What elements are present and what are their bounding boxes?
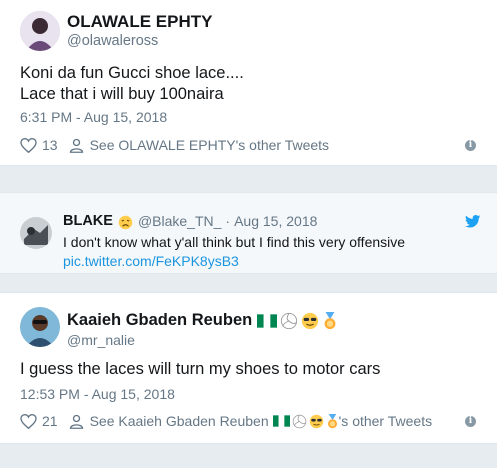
tweet-card-kaaieh: Kaaieh Gbaden Reuben @mr_nalie I guess t… xyxy=(0,292,497,444)
author-name[interactable]: Kaaieh Gbaden Reuben xyxy=(67,311,252,330)
like-button[interactable]: 13 xyxy=(20,137,58,153)
tweet-actions: 13 See OLAWALE EPHTY's other Tweets xyxy=(20,137,329,153)
heart-outline-icon xyxy=(20,137,37,153)
see-other-tweets-prefix: See Kaaieh Gbaden Reuben xyxy=(89,413,269,429)
avatar[interactable] xyxy=(20,11,60,51)
avatar[interactable] xyxy=(20,307,60,347)
quoted-header: BLAKE @Blake_TN_ · Aug 15, 2018 xyxy=(63,213,317,230)
medal-icon xyxy=(324,311,336,329)
author-row: Kaaieh Gbaden Reuben xyxy=(67,311,338,330)
heart-outline-icon xyxy=(20,413,37,429)
see-other-tweets-link[interactable]: See Kaaieh Gbaden Reuben 's other Tweets xyxy=(69,413,433,429)
medal-icon xyxy=(327,413,337,428)
avatar[interactable] xyxy=(20,217,52,249)
tweet-text-line1: Koni da fun Gucci shoe lace.... xyxy=(20,64,244,82)
quoted-text: I don't know what y'all think but I find… xyxy=(63,234,406,250)
nigeria-flag-icon xyxy=(257,313,278,328)
author-handle[interactable]: @mr_nalie xyxy=(67,332,135,348)
see-other-emojis xyxy=(272,413,339,429)
quoted-link[interactable]: pic.twitter.com/FeKPK8ysB3 xyxy=(63,253,239,269)
quoted-tweet-blake[interactable]: BLAKE @Blake_TN_ · Aug 15, 2018 I don't … xyxy=(0,192,497,274)
see-other-tweets-link[interactable]: See OLAWALE EPHTY's other Tweets xyxy=(69,137,329,153)
weary-face-icon xyxy=(118,213,133,230)
tweet-card-olawale: OLAWALE EPHTY @olawaleross Koni da fun G… xyxy=(0,0,497,166)
author-name[interactable]: OLAWALE EPHTY xyxy=(67,12,212,32)
tweet-text-line2: Lace that i will buy 100naira xyxy=(20,85,224,103)
timestamp[interactable]: 6:31 PM - Aug 15, 2018 xyxy=(20,109,167,125)
sunglasses-face-icon xyxy=(302,312,319,329)
volleyball-icon xyxy=(292,414,306,428)
sunglasses-face-icon xyxy=(309,414,323,428)
timestamp[interactable]: 12:53 PM - Aug 15, 2018 xyxy=(20,386,175,402)
quoted-date[interactable]: Aug 15, 2018 xyxy=(234,213,317,229)
info-icon[interactable]: i xyxy=(465,416,476,427)
author-emojis xyxy=(257,311,338,330)
nigeria-flag-icon xyxy=(272,415,290,427)
person-outline-icon xyxy=(69,414,83,429)
separator: · xyxy=(225,213,231,230)
like-count: 21 xyxy=(42,413,58,429)
author-name[interactable]: BLAKE xyxy=(63,213,113,229)
author-handle[interactable]: @olawaleross xyxy=(67,33,158,49)
tweet-actions: 21 See Kaaieh Gbaden Reuben 's other Twe… xyxy=(20,413,432,429)
info-icon[interactable]: i xyxy=(465,140,476,151)
person-outline-icon xyxy=(69,138,83,153)
see-other-tweets-suffix: 's other Tweets xyxy=(338,413,433,429)
twitter-bird-icon[interactable] xyxy=(465,215,481,228)
like-button[interactable]: 21 xyxy=(20,413,58,429)
volleyball-icon xyxy=(281,312,298,329)
tweet-text: I guess the laces will turn my shoes to … xyxy=(20,360,381,378)
see-other-tweets-label: See OLAWALE EPHTY's other Tweets xyxy=(89,137,330,153)
author-handle[interactable]: @Blake_TN_ xyxy=(138,213,221,229)
like-count: 13 xyxy=(42,137,58,153)
